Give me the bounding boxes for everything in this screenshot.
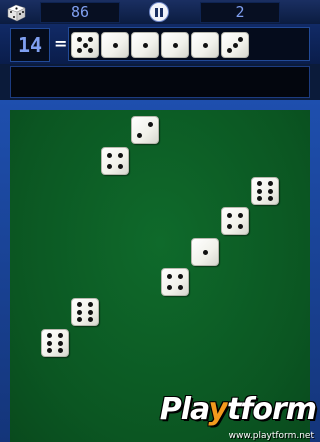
die-pip [77,309,83,315]
table-die[interactable] [131,116,159,144]
die-pip [226,48,232,54]
die-pip [88,47,94,53]
message-bar [10,66,310,98]
die-pip [57,340,63,346]
die-pip [166,285,172,291]
die-pip [87,316,93,322]
die-pip [148,121,154,127]
die-pip [238,224,244,230]
die-pip [76,37,82,43]
die-pip [267,181,273,187]
die-pip [202,42,208,48]
selected-die[interactable] [71,32,99,58]
die-pip [267,195,273,201]
table-die[interactable] [161,268,189,296]
die-pip [47,347,53,353]
table-die[interactable] [101,147,129,175]
die-pip [257,181,263,187]
selected-die[interactable] [131,32,159,58]
die-pip [87,309,93,315]
table-die[interactable] [221,207,249,235]
die-pip [257,195,263,201]
pause-icon [155,8,158,17]
die-pip [106,164,112,170]
die-pip [57,347,63,353]
watermark: Playtform www.playtform.net [160,392,320,442]
die-pip [77,302,83,308]
die-pip [77,316,83,322]
die-pip [112,42,118,48]
die-pip [267,188,273,194]
die-pip [118,164,124,170]
watermark-logo: Playtform [159,392,317,427]
die-pip [226,212,232,218]
table-die[interactable] [71,298,99,326]
top-status-bar: 86 2 [0,0,320,24]
die-pip [238,36,244,42]
target-sum: 14 [10,28,50,62]
die-pip [136,133,142,139]
die-pip [76,47,82,53]
die-pip [118,152,124,158]
die-pip [87,302,93,308]
equation-row: 14 = [0,24,320,64]
selected-die[interactable] [221,32,249,58]
die-pip [82,42,88,48]
dice-icon [7,4,26,22]
die-pip [47,333,53,339]
die-pip [232,42,238,48]
die-pip [47,340,53,346]
table-die[interactable] [251,177,279,205]
die-pip [106,152,112,158]
die-pip [257,188,263,194]
count-display: 2 [200,2,280,23]
die-pip [202,249,208,255]
selected-die[interactable] [191,32,219,58]
equals-sign: = [54,34,68,53]
selected-die[interactable] [101,32,129,58]
die-pip [238,212,244,218]
die-pip [172,42,178,48]
score-display: 86 [40,2,120,23]
die-pip [178,273,184,279]
die-pip [57,333,63,339]
selected-dice-slots [68,27,310,61]
die-pip [226,224,232,230]
die-pip [166,273,172,279]
table-die[interactable] [191,238,219,266]
pause-button[interactable] [149,2,169,22]
selected-die[interactable] [161,32,189,58]
pause-icon-bar [160,8,163,17]
die-pip [88,37,94,43]
watermark-url: www.playtform.net [228,431,314,441]
table-die[interactable] [41,329,69,357]
die-pip [178,285,184,291]
die-pip [142,42,148,48]
